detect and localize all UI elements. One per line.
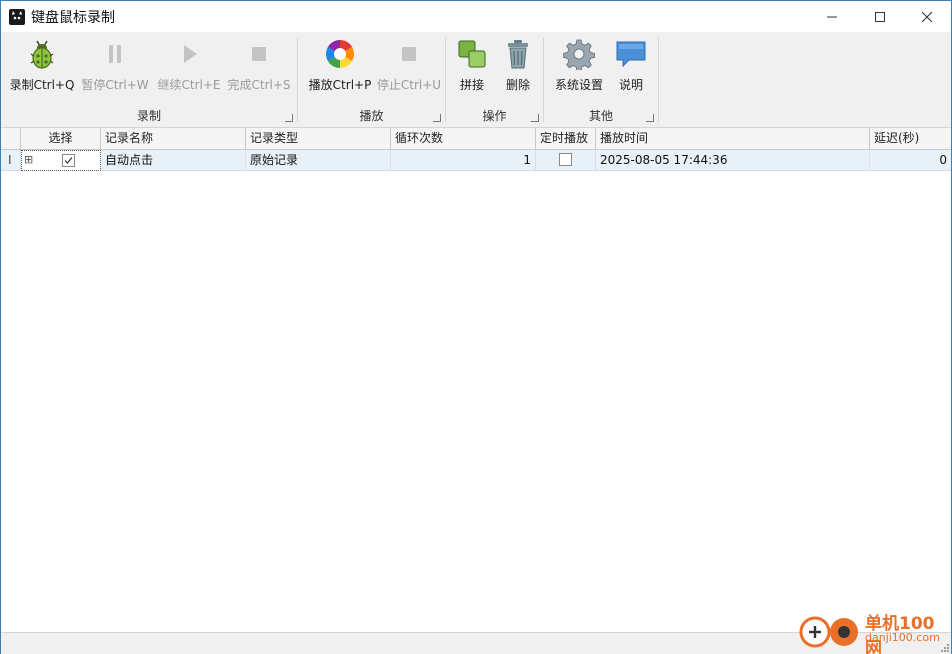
app-window: 键盘鼠标录制 录制Ctrl+Q 暂停Ctrl+W 继续Ctrl+E 完成Ctrl…: [0, 0, 952, 654]
ribbon-group-play: 播放Ctrl+P 停止Ctrl+U 播放: [298, 32, 445, 126]
group-label-operate: 操作: [482, 109, 507, 123]
group-launcher-icon[interactable]: [433, 114, 441, 122]
column-header-scheduled[interactable]: 定时播放: [536, 128, 596, 150]
finish-button[interactable]: 完成Ctrl+S: [227, 36, 291, 96]
delete-label: 删除: [505, 78, 530, 92]
trash-icon: [508, 40, 528, 69]
watermark: 单机100网 danji100.com: [799, 607, 947, 654]
column-header-delay[interactable]: 延迟(秒): [870, 128, 951, 150]
row-indicator: I: [1, 150, 21, 171]
color-wheel-icon: [326, 40, 354, 68]
group-label-record: 录制: [136, 109, 161, 123]
pause-button[interactable]: 暂停Ctrl+W: [81, 36, 149, 96]
ribbon-group-other: 系统设置 说明 其他: [544, 32, 658, 126]
scheduled-cell[interactable]: [536, 150, 596, 171]
continue-button[interactable]: 继续Ctrl+E: [157, 36, 221, 96]
select-checkbox[interactable]: [62, 154, 75, 167]
delay-cell[interactable]: 0: [870, 150, 951, 171]
watermark-logo-icon: [799, 616, 858, 648]
continue-label: 继续Ctrl+E: [157, 78, 221, 92]
group-launcher-icon[interactable]: [646, 114, 654, 122]
records-grid[interactable]: 选择 记录名称 记录类型 循环次数 定时播放 播放时间 延迟(秒) I ⊞ 自动…: [1, 128, 951, 632]
minimize-button[interactable]: [809, 1, 855, 32]
gear-icon: [563, 39, 595, 70]
maximize-button[interactable]: [857, 1, 903, 32]
finish-label: 完成Ctrl+S: [227, 78, 291, 92]
cat-app-icon: [9, 9, 25, 25]
title-bar: 键盘鼠标录制: [1, 1, 951, 32]
merge-icon: [458, 40, 486, 68]
ribbon-group-operate: 拼接 删除 操作: [446, 32, 543, 126]
stop-icon: [252, 47, 266, 61]
minimize-icon: [827, 16, 837, 17]
play-button[interactable]: 播放Ctrl+P: [304, 36, 376, 96]
grid-header: 选择 记录名称 记录类型 循环次数 定时播放 播放时间 延迟(秒): [1, 128, 951, 150]
group-label-play: 播放: [359, 109, 384, 123]
settings-button[interactable]: 系统设置: [550, 36, 608, 96]
maximize-icon: [875, 11, 885, 22]
column-header-type[interactable]: 记录类型: [246, 128, 391, 150]
record-label: 录制Ctrl+Q: [9, 78, 75, 92]
merge-label: 拼接: [459, 78, 484, 92]
select-cell[interactable]: ⊞: [21, 150, 101, 171]
merge-button[interactable]: 拼接: [454, 36, 490, 96]
column-header-loops[interactable]: 循环次数: [391, 128, 536, 150]
speech-bubble-icon: [616, 41, 646, 68]
settings-label: 系统设置: [554, 78, 603, 92]
pause-label: 暂停Ctrl+W: [81, 78, 149, 92]
scheduled-checkbox[interactable]: [559, 153, 572, 166]
column-header-name[interactable]: 记录名称: [101, 128, 246, 150]
stop-button[interactable]: 停止Ctrl+U: [376, 36, 442, 96]
play-time-cell[interactable]: 2025-08-05 17:44:36: [596, 150, 870, 171]
table-row[interactable]: I ⊞ 自动点击 原始记录 1 2025-08-05 17:44:36 0: [1, 150, 951, 171]
column-header-time[interactable]: 播放时间: [596, 128, 870, 150]
play-icon: [184, 45, 197, 63]
help-button[interactable]: 说明: [612, 36, 650, 96]
window-title: 键盘鼠标录制: [31, 10, 115, 26]
close-button[interactable]: [904, 1, 950, 32]
group-label-other: 其他: [588, 109, 613, 123]
check-icon: [64, 157, 73, 164]
record-type-cell[interactable]: 原始记录: [246, 150, 391, 171]
ribbon-group-record: 录制Ctrl+Q 暂停Ctrl+W 继续Ctrl+E 完成Ctrl+S 录制: [1, 32, 297, 126]
stop-label: 停止Ctrl+U: [376, 78, 442, 92]
record-button[interactable]: 录制Ctrl+Q: [9, 36, 75, 96]
watermark-url: danji100.com: [865, 631, 940, 644]
expand-icon[interactable]: ⊞: [24, 150, 33, 170]
play-label: 播放Ctrl+P: [308, 78, 372, 92]
delete-button[interactable]: 删除: [500, 36, 536, 96]
bug-icon: [30, 40, 54, 69]
pause-icon: [109, 45, 121, 63]
row-indicator-header: [1, 128, 21, 150]
group-launcher-icon[interactable]: [285, 114, 293, 122]
group-launcher-icon[interactable]: [531, 114, 539, 122]
group-separator: [658, 38, 659, 122]
stop-icon: [402, 47, 416, 61]
close-icon: [921, 11, 933, 22]
record-name-cell[interactable]: 自动点击: [101, 150, 246, 171]
help-label: 说明: [618, 78, 643, 92]
loop-count-cell[interactable]: 1: [391, 150, 536, 171]
column-header-select[interactable]: 选择: [21, 128, 101, 150]
ribbon: 录制Ctrl+Q 暂停Ctrl+W 继续Ctrl+E 完成Ctrl+S 录制 播…: [1, 32, 951, 128]
